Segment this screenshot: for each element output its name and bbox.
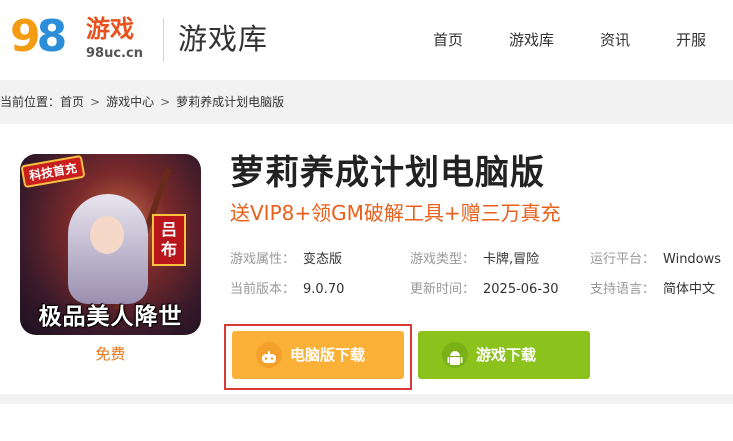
attr-value: 9.0.70 <box>303 282 345 297</box>
android-icon <box>442 342 468 368</box>
attr-value: 变态版 <box>303 252 343 267</box>
pc-download-button[interactable]: 电脑版下载 <box>232 331 404 379</box>
icon-character-name: 吕布 <box>152 214 186 266</box>
attr-version: 当前版本： 9.0.70 <box>230 280 344 300</box>
nav-news[interactable]: 资讯 <box>600 28 630 52</box>
attr-value: Windows <box>663 252 722 267</box>
attr-key: 游戏类型： <box>410 252 476 267</box>
attr-game-property: 游戏属性： 变态版 <box>230 250 342 270</box>
nav-game-library[interactable]: 游戏库 <box>509 28 554 52</box>
site-logo[interactable]: 98 游戏 98uc.cn <box>10 12 150 68</box>
attr-platform: 运行平台： Windows <box>590 250 721 270</box>
breadcrumb: 当前位置：首页 > 游戏中心 > 萝莉养成计划电脑版 <box>0 92 284 112</box>
attr-key: 游戏属性： <box>230 252 296 267</box>
icon-character-face <box>90 216 124 254</box>
breadcrumb-prefix: 当前位置： <box>0 95 61 109</box>
breadcrumb-separator: > <box>90 95 101 109</box>
logo-url: 98uc.cn <box>86 46 143 61</box>
breadcrumb-current[interactable]: 萝莉养成计划电脑版 <box>176 95 284 109</box>
icon-tag-badge: 科技首充 <box>20 154 86 189</box>
game-detail-card: 科技首充 吕布 极品美人降世 免费 萝莉养成计划电脑版 送VIP8+领GM破解工… <box>0 124 733 394</box>
site-header: 98 游戏 98uc.cn 游戏库 首页 游戏库 资讯 开服 <box>0 0 733 80</box>
pc-download-label: 电脑版下载 <box>290 346 366 364</box>
attr-update-time: 更新时间： 2025-06-30 <box>410 280 559 300</box>
header-divider <box>163 18 164 62</box>
game-subtitle: 送VIP8+领GM破解工具+赠三万真充 <box>230 201 561 225</box>
attr-key: 运行平台： <box>590 252 656 267</box>
game-icon[interactable]: 科技首充 吕布 极品美人降世 <box>20 154 201 335</box>
price-label: 免费 <box>95 345 126 363</box>
gamepad-icon <box>256 342 282 368</box>
breadcrumb-game-center[interactable]: 游戏中心 <box>106 95 154 109</box>
attr-key: 支持语言： <box>590 282 656 297</box>
attr-key: 更新时间： <box>410 282 476 297</box>
logo-number: 98 <box>10 11 67 62</box>
attr-value: 2025-06-30 <box>483 282 559 297</box>
next-section-card <box>0 404 733 441</box>
attr-value: 简体中文 <box>663 282 716 297</box>
nav-server[interactable]: 开服 <box>676 28 706 52</box>
site-title: 游戏库 <box>178 22 269 56</box>
nav-home[interactable]: 首页 <box>433 28 463 52</box>
attr-language: 支持语言： 简体中文 <box>590 280 715 300</box>
attr-value: 卡牌,冒险 <box>483 252 540 267</box>
game-download-label: 游戏下载 <box>476 346 537 364</box>
breadcrumb-separator: > <box>160 95 171 109</box>
logo-text: 游戏 <box>86 15 134 43</box>
attr-key: 当前版本： <box>230 282 296 297</box>
attr-game-type: 游戏类型： 卡牌,冒险 <box>410 250 539 270</box>
game-title: 萝莉养成计划电脑版 <box>230 153 545 193</box>
breadcrumb-home[interactable]: 首页 <box>60 95 84 109</box>
icon-slogan: 极品美人降世 <box>38 304 183 330</box>
game-download-button[interactable]: 游戏下载 <box>418 331 590 379</box>
